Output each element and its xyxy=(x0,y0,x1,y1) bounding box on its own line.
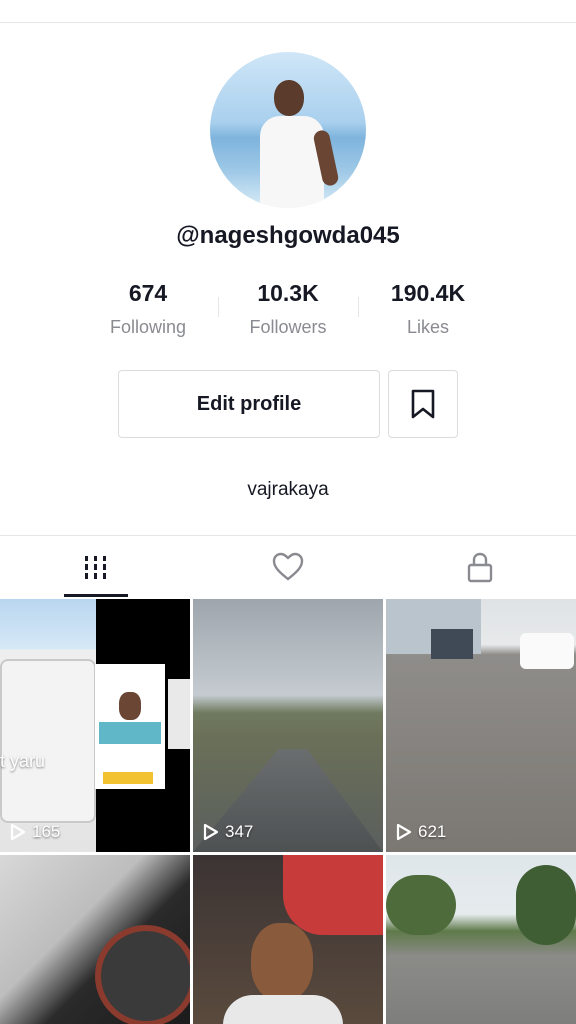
heart-icon xyxy=(272,552,304,581)
avatar[interactable] xyxy=(210,52,366,208)
active-tab-indicator xyxy=(64,594,128,597)
view-count-value: 165 xyxy=(32,822,61,841)
play-icon xyxy=(396,823,412,841)
avatar-shirt xyxy=(260,116,324,208)
stat-likes[interactable]: 190.4K Likes xyxy=(358,280,498,338)
wheel-image xyxy=(95,925,190,1024)
tree-image xyxy=(386,875,456,935)
video-thumbnail[interactable]: 621 xyxy=(386,599,576,852)
view-count-value: 347 xyxy=(225,822,254,841)
video-thumbnail[interactable] xyxy=(0,855,190,1024)
grid-icon xyxy=(85,556,106,579)
view-count: 621 xyxy=(396,822,446,842)
bookmark-icon xyxy=(411,389,435,419)
video-thumbnail[interactable] xyxy=(386,855,576,1024)
video-grid: t yaru 165 347 621 xyxy=(0,599,576,1024)
stat-followers-value: 10.3K xyxy=(257,280,319,306)
vehicle-interior-image xyxy=(283,855,383,935)
video-thumbnail[interactable]: t yaru 165 xyxy=(0,599,190,852)
stat-likes-value: 190.4K xyxy=(390,280,466,306)
stat-followers-label: Followers xyxy=(249,317,327,337)
status-bar xyxy=(0,0,576,23)
stat-following[interactable]: 674 Following xyxy=(78,280,218,338)
tab-liked[interactable] xyxy=(192,536,384,598)
edit-profile-button[interactable]: Edit profile xyxy=(118,370,380,438)
video-thumbnail[interactable]: 347 xyxy=(193,599,383,852)
view-count: 347 xyxy=(203,822,253,842)
bio-text: vajrakaya xyxy=(247,479,329,500)
bookmark-button[interactable] xyxy=(388,370,458,438)
play-icon xyxy=(203,823,219,841)
view-count-value: 621 xyxy=(418,822,447,841)
view-count: 165 xyxy=(10,822,60,842)
stat-following-label: Following xyxy=(109,317,187,337)
stat-followers[interactable]: 10.3K Followers xyxy=(218,280,358,338)
avatar-head xyxy=(274,80,304,116)
profile-tabs xyxy=(0,535,576,598)
inset-photo xyxy=(95,664,165,789)
tab-private[interactable] xyxy=(384,536,576,598)
tab-videos[interactable] xyxy=(0,536,192,598)
stat-following-value: 674 xyxy=(128,280,168,306)
play-icon xyxy=(10,823,26,841)
video-thumbnail[interactable] xyxy=(193,855,383,1024)
lock-icon xyxy=(467,552,493,583)
stat-likes-label: Likes xyxy=(406,317,450,337)
van-body xyxy=(0,659,96,823)
username: @nageshgowda045 xyxy=(176,222,400,249)
video-caption: t yaru xyxy=(0,751,46,771)
